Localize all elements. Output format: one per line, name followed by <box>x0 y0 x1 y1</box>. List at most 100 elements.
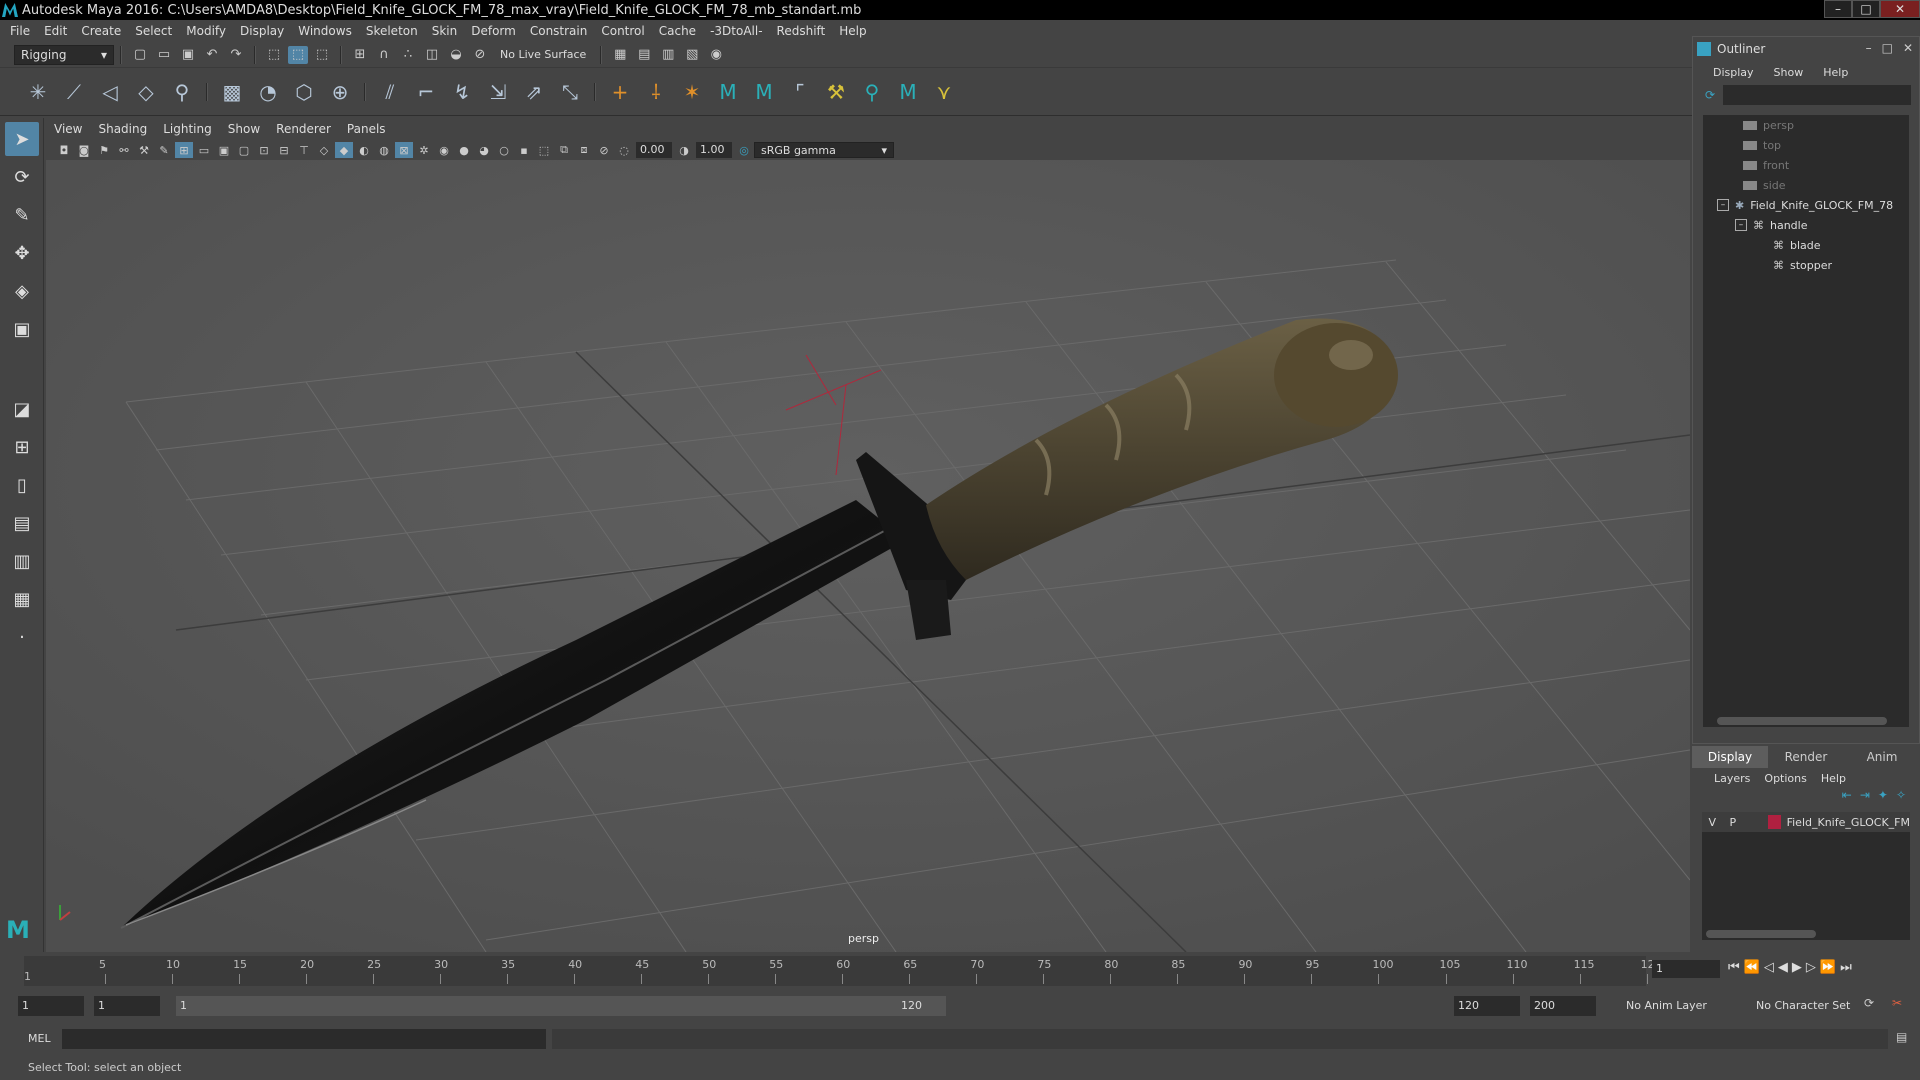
outliner-item-side[interactable]: side <box>1703 175 1909 195</box>
menu-create[interactable]: Create <box>81 24 121 38</box>
scale-constraint-icon[interactable]: ⇲ <box>483 77 513 107</box>
end-time-field[interactable]: 200 <box>1530 996 1596 1016</box>
outliner-menu-show[interactable]: Show <box>1774 66 1804 79</box>
isolate-select-icon[interactable]: ⬚ <box>535 142 553 158</box>
collapse-icon[interactable]: – <box>1717 199 1729 211</box>
cluster-icon[interactable]: ⊕ <box>325 77 355 107</box>
parent-constraint-icon[interactable]: ⫽ <box>375 77 405 107</box>
xray-joints-icon[interactable]: ⧉ <box>555 142 573 158</box>
layer-menu-layers[interactable]: Layers <box>1714 772 1750 785</box>
more-layouts-icon[interactable]: · <box>5 620 39 654</box>
sculpt-icon[interactable]: ⚲ <box>857 77 887 107</box>
outliner-item-handle[interactable]: – ⌘ handle <box>1703 215 1909 235</box>
tab-anim[interactable]: Anim <box>1844 746 1920 768</box>
resolution-gate-icon[interactable]: ▣ <box>215 142 233 158</box>
rotate-tool-icon[interactable]: ◈ <box>5 274 39 308</box>
close-icon[interactable]: ✕ <box>1903 41 1913 55</box>
menu-file[interactable]: File <box>10 24 30 38</box>
menu-help[interactable]: Help <box>839 24 866 38</box>
step-forward-key-icon[interactable]: ⏩ <box>1820 960 1836 975</box>
2d-pan-icon[interactable]: ⚒ <box>135 142 153 158</box>
xray-icon[interactable]: ⊠ <box>395 142 413 158</box>
smooth-shade-icon[interactable]: ◆ <box>335 142 353 158</box>
maya-m-icon[interactable]: M <box>893 77 923 107</box>
step-forward-frame-icon[interactable]: ▷ <box>1806 960 1816 975</box>
move-tool-icon[interactable]: ✥ <box>5 236 39 270</box>
step-back-key-icon[interactable]: ⏪ <box>1744 960 1760 975</box>
outliner-item-field-knife[interactable]: – ✱ Field_Knife_GLOCK_FM_78 <box>1703 195 1909 215</box>
hypershade-icon[interactable]: ◉ <box>706 46 726 64</box>
panel-menu-panels[interactable]: Panels <box>347 122 386 136</box>
lasso-tool-icon[interactable]: ⟳ <box>5 160 39 194</box>
undo-icon[interactable]: ↶ <box>202 46 222 64</box>
locator-icon[interactable]: + <box>605 77 635 107</box>
ipr-render-icon[interactable]: ▥ <box>658 46 678 64</box>
persp-outliner-icon[interactable]: ▯ <box>5 468 39 502</box>
exposure-field[interactable]: 0.00 <box>636 142 672 158</box>
play-backward-icon[interactable]: ◀ <box>1778 960 1788 975</box>
menu-skeleton[interactable]: Skeleton <box>366 24 418 38</box>
menu-constrain[interactable]: Constrain <box>530 24 588 38</box>
panel-menu-renderer[interactable]: Renderer <box>276 122 331 136</box>
color-space-dropdown[interactable]: sRGB gamma ▾ <box>754 142 894 158</box>
menu-edit[interactable]: Edit <box>44 24 67 38</box>
viewport-persp[interactable] <box>46 160 1690 952</box>
script-editor-layout-icon[interactable]: ▦ <box>5 582 39 616</box>
persp-graph-icon[interactable]: ▤ <box>5 506 39 540</box>
ik-handle-icon[interactable]: ⟋ <box>59 77 89 107</box>
lights-icon[interactable]: ✲ <box>415 142 433 158</box>
new-scene-icon[interactable]: ▢ <box>130 46 150 64</box>
wireframe-icon[interactable]: ◇ <box>315 142 333 158</box>
render-settings-icon[interactable]: ▧ <box>682 46 702 64</box>
move-layer-up-icon[interactable]: ⇤ <box>1842 788 1852 808</box>
snap-point-icon[interactable]: ∴ <box>398 46 418 64</box>
hud-icon[interactable]: ⊘ <box>595 142 613 158</box>
safe-action-icon[interactable]: ⊟ <box>275 142 293 158</box>
depth-of-field-icon[interactable]: ▪ <box>515 142 533 158</box>
snap-surface-icon[interactable]: ◒ <box>446 46 466 64</box>
step-back-frame-icon[interactable]: ◁ <box>1764 960 1774 975</box>
single-perspective-icon[interactable]: ◪ <box>5 392 39 426</box>
paint-weights-icon[interactable]: ◔ <box>253 77 283 107</box>
tab-display[interactable]: Display <box>1692 746 1768 768</box>
range-bar[interactable]: 1 120 <box>176 996 946 1016</box>
menu-3dtoall[interactable]: -3DtoAll- <box>710 24 762 38</box>
curve-icon[interactable]: ⋎ <box>929 77 959 107</box>
visibility-toggle[interactable]: V <box>1702 816 1723 829</box>
character-icon[interactable]: ✶ <box>677 77 707 107</box>
safe-title-icon[interactable]: ⊤ <box>295 142 313 158</box>
snap-view-icon[interactable]: ◫ <box>422 46 442 64</box>
menu-skin[interactable]: Skin <box>432 24 458 38</box>
redo-icon[interactable]: ↷ <box>226 46 246 64</box>
maximize-icon[interactable]: □ <box>1852 0 1880 18</box>
layer-row[interactable]: V P Field_Knife_GLOCK_FM <box>1702 812 1910 832</box>
make-live-icon[interactable]: ⊘ <box>470 46 490 64</box>
film-gate-icon[interactable]: ▭ <box>195 142 213 158</box>
playback-end-field[interactable]: 120 <box>1454 996 1520 1016</box>
camera-attr-icon[interactable]: ◙ <box>75 142 93 158</box>
gamma-field[interactable]: 1.00 <box>696 142 732 158</box>
menu-redshift[interactable]: Redshift <box>777 24 826 38</box>
new-layer-selected-icon[interactable]: ✧ <box>1896 788 1906 808</box>
insert-joint-icon[interactable]: ◇ <box>131 77 161 107</box>
mirror-joint-icon[interactable]: ⚲ <box>167 77 197 107</box>
save-scene-icon[interactable]: ▣ <box>178 46 198 64</box>
minimize-icon[interactable]: – <box>1866 41 1872 55</box>
outliner-search-input[interactable] <box>1723 85 1911 105</box>
panel-menu-lighting[interactable]: Lighting <box>163 122 212 136</box>
outliner-item-blade[interactable]: ⌘ blade <box>1703 235 1909 255</box>
hik-skeleton-icon[interactable]: M <box>749 77 779 107</box>
layer-color-swatch[interactable] <box>1767 815 1781 829</box>
filter-icon[interactable]: ⟳ <box>1705 88 1715 102</box>
shadows-icon[interactable]: ◉ <box>435 142 453 158</box>
panel-menu-show[interactable]: Show <box>228 122 260 136</box>
anim-layer-dropdown[interactable]: No Anim Layer <box>1622 996 1742 1016</box>
select-hierarchy-icon[interactable]: ⬚ <box>264 46 284 64</box>
hik-icon[interactable]: ⸸ <box>641 77 671 107</box>
select-object-icon[interactable]: ⬚ <box>288 45 308 64</box>
paint-select-icon[interactable]: ✎ <box>5 198 39 232</box>
menuset-dropdown[interactable]: Rigging ▾ <box>14 44 114 65</box>
menu-control[interactable]: Control <box>601 24 644 38</box>
snap-grid-icon[interactable]: ⊞ <box>350 46 370 64</box>
bind-skin-icon[interactable]: ▩ <box>217 77 247 107</box>
